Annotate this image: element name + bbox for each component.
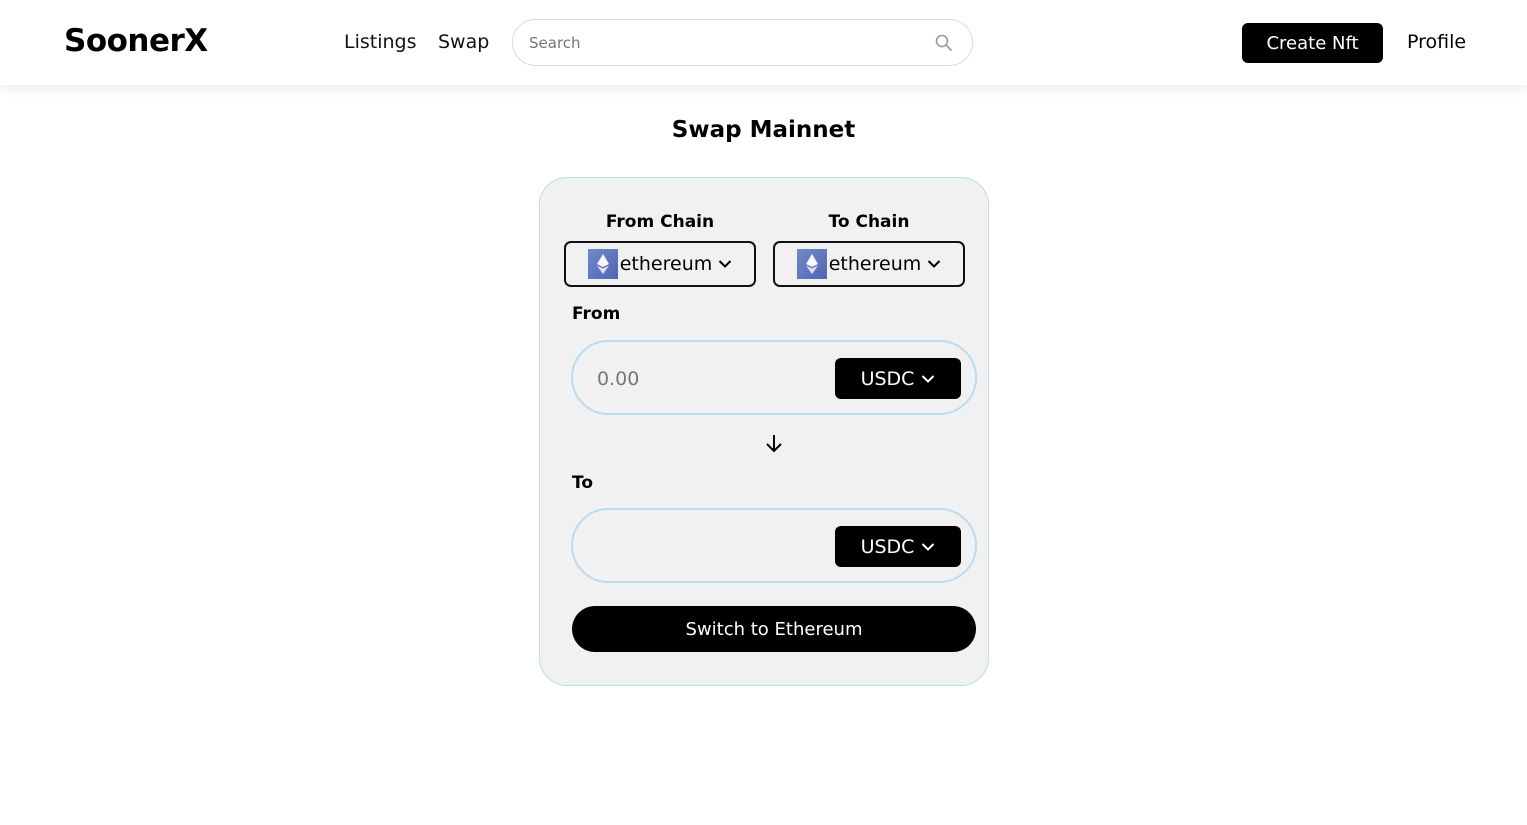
switch-network-button[interactable]: Switch to Ethereum [572, 606, 976, 652]
arrow-down-icon[interactable] [764, 432, 784, 454]
nav-listings-link[interactable]: Listings [344, 31, 417, 53]
to-chain-value: ethereum [828, 253, 922, 275]
to-label: To [572, 473, 594, 493]
chevron-down-icon [928, 260, 941, 268]
nav-swap-link[interactable]: Swap [438, 31, 489, 53]
from-token-select[interactable]: USDC [835, 358, 961, 399]
to-token-select[interactable]: USDC [835, 526, 961, 567]
create-nft-button[interactable]: Create Nft [1242, 23, 1383, 63]
from-amount-field: USDC [571, 340, 977, 415]
from-token-label: USDC [860, 367, 915, 390]
search-icon[interactable] [934, 33, 954, 53]
profile-link[interactable]: Profile [1407, 31, 1466, 53]
from-chain-value: ethereum [619, 253, 713, 275]
to-chain-label: To Chain [828, 212, 910, 232]
to-amount-field: USDC [571, 508, 977, 583]
chevron-down-icon [922, 542, 935, 551]
to-chain-select[interactable]: ethereum [773, 241, 965, 287]
search-input[interactable] [529, 32, 919, 54]
chevron-down-icon [719, 260, 732, 268]
to-token-label: USDC [860, 535, 915, 558]
search-bar [512, 19, 973, 66]
ethereum-icon [796, 249, 827, 279]
swap-card: From Chain To Chain ethereum ethereum Fr… [539, 177, 989, 686]
ethereum-icon [587, 249, 618, 279]
navbar: SoonerX Listings Swap Create Nft Profile [0, 0, 1527, 85]
chevron-down-icon [922, 374, 935, 383]
from-label: From [572, 304, 621, 324]
from-amount-input[interactable] [597, 367, 797, 391]
page-title: Swap Mainnet [671, 117, 856, 143]
brand-logo[interactable]: SoonerX [64, 23, 208, 59]
from-chain-label: From Chain [605, 212, 715, 232]
from-chain-select[interactable]: ethereum [564, 241, 756, 287]
